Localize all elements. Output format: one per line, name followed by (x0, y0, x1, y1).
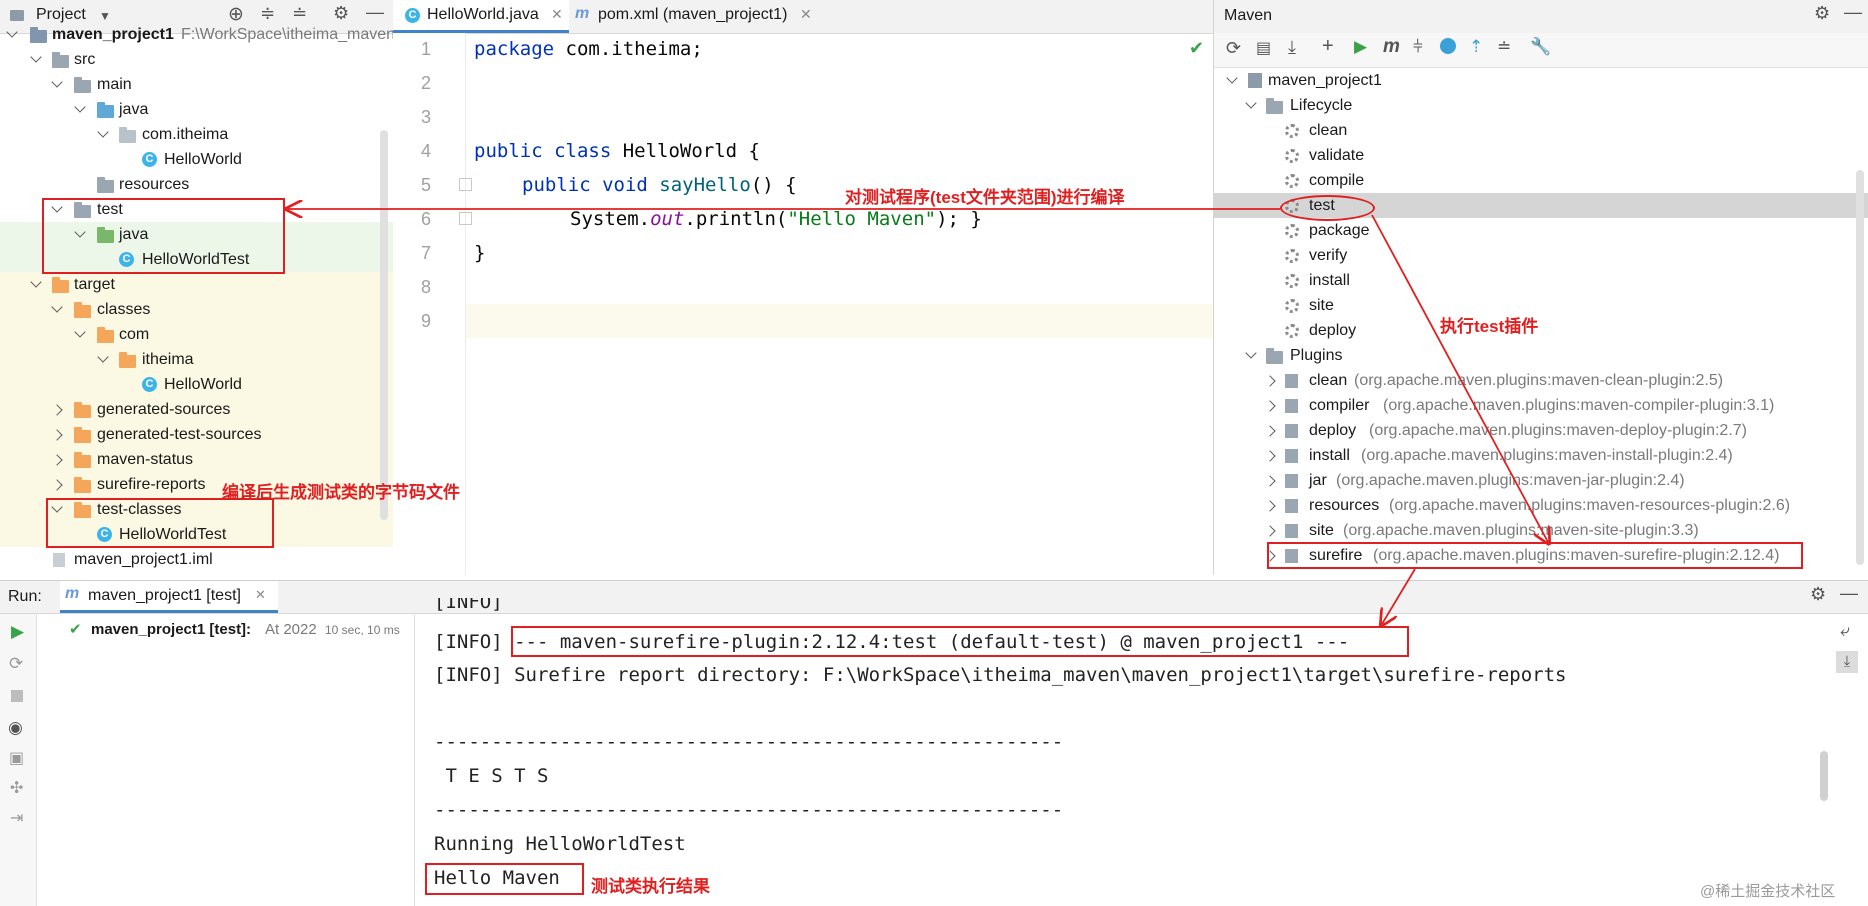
arrow-surefire-to-log (1382, 568, 1416, 624)
annotation-arrows (0, 0, 1868, 905)
arrow-test-to-surefire (1371, 214, 1548, 542)
